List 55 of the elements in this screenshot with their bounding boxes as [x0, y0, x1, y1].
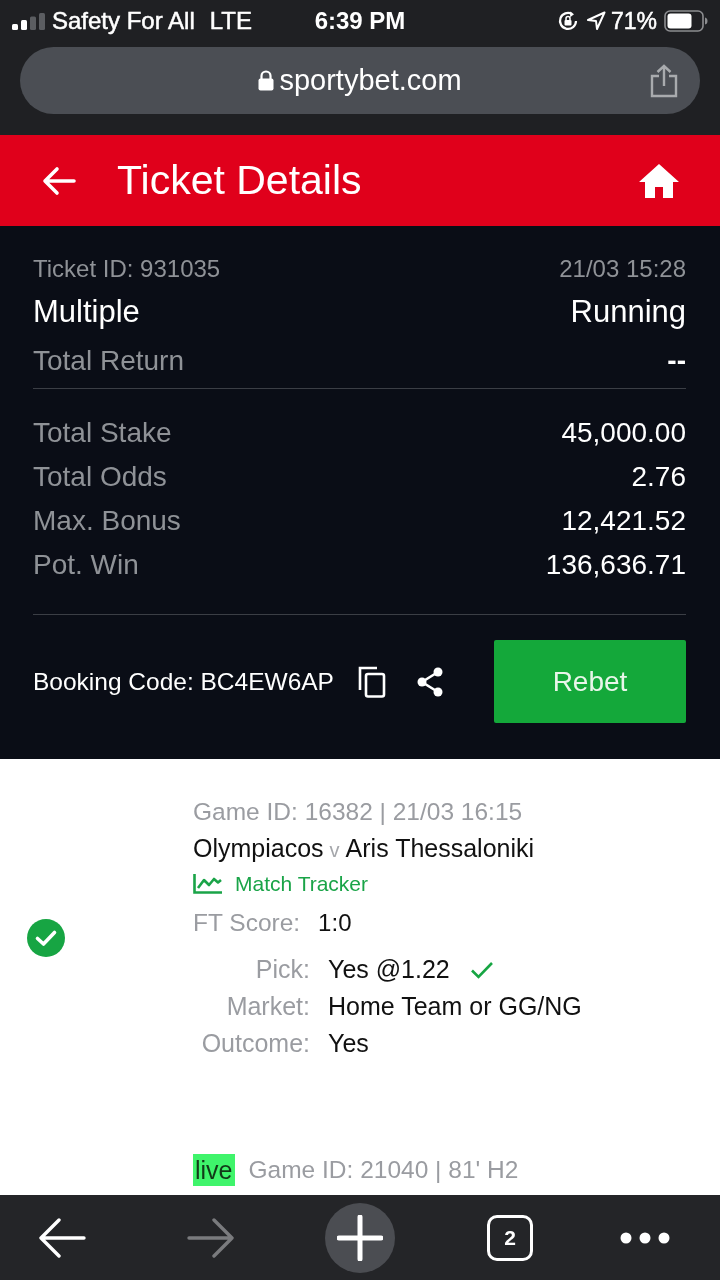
- clock-time: 6:39 PM: [314, 7, 406, 35]
- home-button[interactable]: [638, 162, 680, 199]
- ticket-date: 21/03 15:28: [559, 255, 686, 283]
- detail-label: Market:: [225, 991, 310, 1022]
- bet-status: Running: [570, 294, 686, 330]
- stat-value: 12,421.52: [561, 505, 686, 537]
- carrier-name: Safety For All: [52, 7, 195, 35]
- arrow-left-icon: [38, 1217, 86, 1258]
- tabs-button[interactable]: 2: [487, 1214, 533, 1261]
- battery-percent: 71%: [610, 7, 657, 35]
- orientation-lock-icon: [556, 10, 579, 32]
- home-icon: [638, 162, 680, 199]
- copy-button[interactable]: [357, 665, 386, 698]
- location-arrow-icon: [585, 11, 606, 31]
- stat-label: Total Stake: [33, 417, 172, 449]
- total-return-label: Total Return: [33, 345, 184, 377]
- total-return-value: --: [667, 345, 686, 377]
- live-badge: live: [193, 1154, 235, 1186]
- url-text: sportybet.com: [279, 64, 462, 97]
- stat-value: 136,636.71: [545, 549, 686, 581]
- stat-label: Pot. Win: [33, 549, 139, 581]
- detail-label: Pick:: [254, 954, 310, 985]
- bet-type: Multiple: [33, 294, 140, 330]
- booking-code: Booking Code: BC4EW6AP: [33, 667, 334, 696]
- plus-icon: [337, 1214, 383, 1261]
- battery-icon: [664, 10, 708, 32]
- match-teams: Olympiacos v Aris Thessaloniki: [193, 833, 535, 863]
- game-info: Game ID: 21040 | 81' H2: [248, 1156, 519, 1184]
- arrow-right-icon: [187, 1217, 235, 1258]
- address-bar[interactable]: sportybet.com: [20, 47, 700, 114]
- detail-value: Yes: [328, 1029, 369, 1058]
- back-button[interactable]: [38, 1217, 86, 1258]
- game-info: Game ID: 16382 | 21/03 16:15: [193, 798, 523, 826]
- share-button[interactable]: [415, 666, 444, 697]
- share-icon: [650, 63, 678, 98]
- ticket-id: Ticket ID: 931035: [33, 255, 221, 283]
- more-button[interactable]: [620, 1231, 670, 1244]
- copy-icon: [357, 665, 386, 698]
- detail-label: Outcome:: [200, 1028, 310, 1059]
- score-label: FT Score:: [193, 909, 301, 937]
- detail-value: Home Team or GG/NG: [328, 992, 582, 1021]
- detail-value: Yes @1.22: [328, 955, 450, 984]
- stat-value: 2.76: [631, 461, 686, 493]
- arrow-left-icon: [42, 165, 76, 196]
- score-value: 1:0: [318, 909, 352, 937]
- more-icon: [620, 1231, 670, 1244]
- stat-label: Max. Bonus: [33, 505, 181, 537]
- page-title: Ticket Details: [117, 157, 362, 204]
- lock-icon: [258, 70, 275, 91]
- line-chart-icon: [193, 874, 222, 894]
- signal-icon: [12, 12, 45, 30]
- stat-value: 45,000.00: [561, 417, 686, 449]
- network-type: LTE: [209, 7, 252, 35]
- share-icon: [415, 666, 444, 697]
- stat-label: Total Odds: [33, 461, 167, 493]
